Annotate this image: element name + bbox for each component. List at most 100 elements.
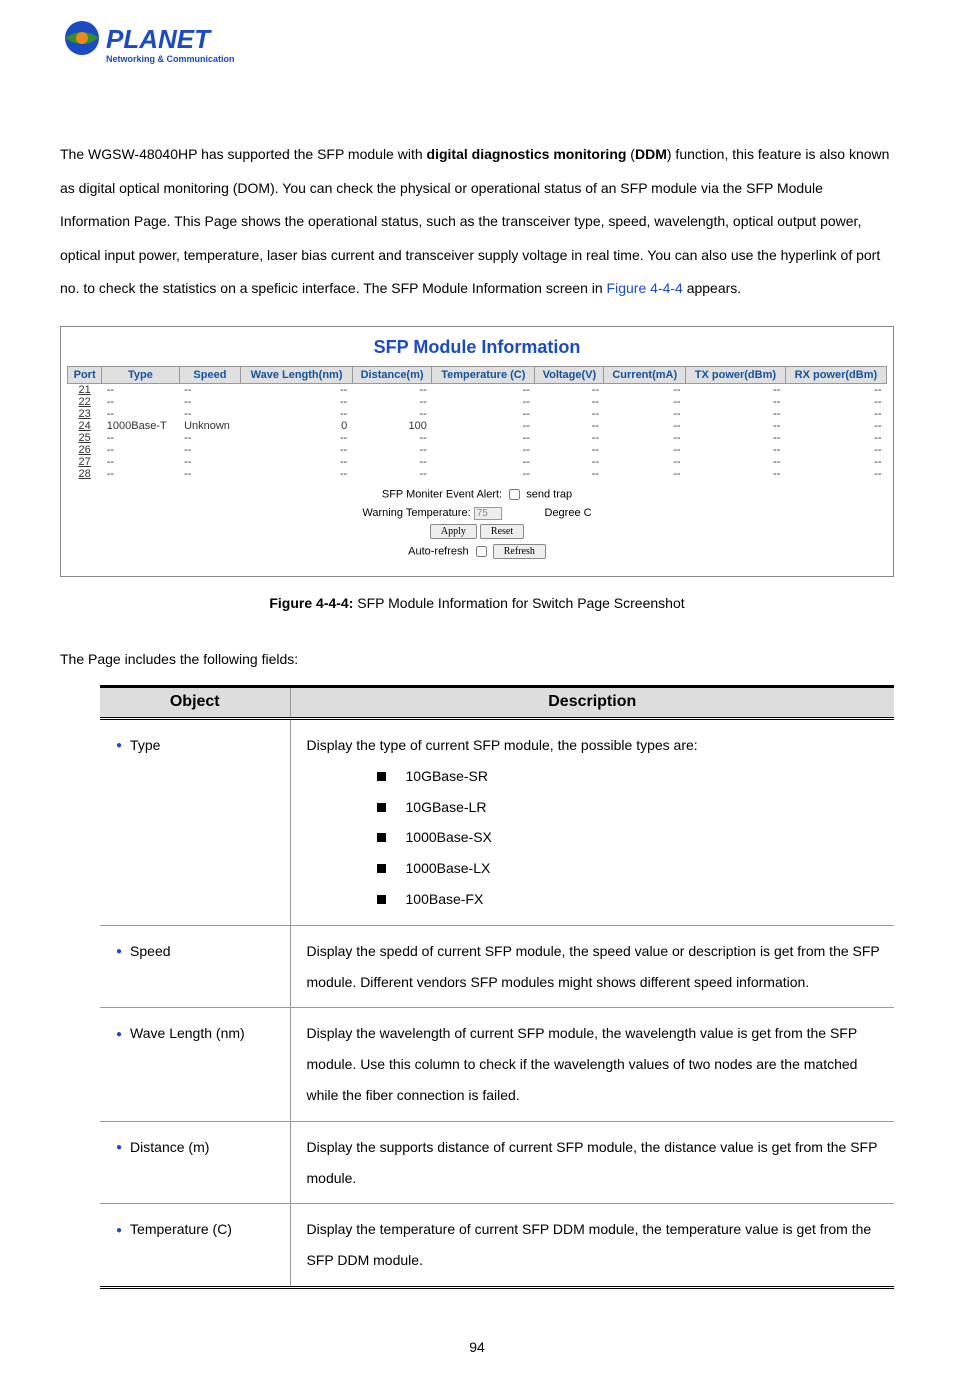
table-row: 21------------------ [68,383,887,396]
cell-txpower: -- [686,420,786,432]
field-object-cell: ● Speed [100,925,290,1008]
port-link[interactable]: 25 [68,432,102,444]
port-link[interactable]: 23 [68,408,102,420]
send-trap-checkbox[interactable] [509,489,520,500]
square-bullet-icon [377,833,386,842]
field-object-cell: ●Temperature (C) [100,1204,290,1288]
col-rxpower: RX power(dBm) [785,366,886,383]
cell-txpower: -- [686,383,786,396]
field-desc: Display the temperature of current SFP D… [307,1214,885,1276]
cell-speed: Unknown [179,420,241,432]
port-link[interactable]: 27 [68,456,102,468]
reset-button[interactable]: Reset [480,524,524,539]
field-desc: Display the supports distance of current… [307,1132,885,1194]
cell-wavelength: -- [241,396,353,408]
cell-txpower: -- [686,444,786,456]
cell-temperature: -- [432,468,535,480]
col-distance: Distance(m) [352,366,432,383]
cell-temperature: -- [432,456,535,468]
field-object-cell: ● Distance (m) [100,1121,290,1204]
cell-voltage: -- [535,468,604,480]
cell-rxpower: -- [785,432,886,444]
warning-temp-input[interactable] [474,507,502,520]
cell-distance: -- [352,383,432,396]
cell-voltage: -- [535,396,604,408]
fields-header-object: Object [100,686,290,718]
cell-type: -- [102,444,179,456]
cell-temperature: -- [432,408,535,420]
sfp-figure-panel: SFP Module Information Port Type Speed W… [60,326,894,577]
cell-wavelength: -- [241,383,353,396]
cell-speed: -- [179,408,241,420]
table-row: 27------------------ [68,456,887,468]
cell-txpower: -- [686,468,786,480]
col-speed: Speed [179,366,241,383]
sfp-table: Port Type Speed Wave Length(nm) Distance… [67,366,887,480]
table-row: ● Type Display the type of current SFP mod… [100,718,894,925]
figure-link[interactable]: Figure 4-4-4 [607,280,683,296]
port-link[interactable]: 28 [68,468,102,480]
degree-label: Degree C [545,507,592,519]
cell-speed: -- [179,468,241,480]
bullet-icon: ● [116,1137,122,1159]
cell-current: -- [604,420,686,432]
cell-distance: 100 [352,420,432,432]
cell-wavelength: -- [241,468,353,480]
cell-distance: -- [352,456,432,468]
cell-speed: -- [179,383,241,396]
cell-temperature: -- [432,444,535,456]
cell-current: -- [604,396,686,408]
cell-current: -- [604,383,686,396]
cell-distance: -- [352,396,432,408]
field-object-name: Speed [130,943,170,959]
cell-rxpower: -- [785,468,886,480]
bullet-icon: ● [116,1024,122,1046]
col-current: Current(mA) [604,366,686,383]
cell-rxpower: -- [785,420,886,432]
auto-refresh-checkbox[interactable] [476,546,487,557]
field-desc: Display the wavelength of current SFP mo… [307,1018,885,1110]
port-link[interactable]: 22 [68,396,102,408]
cell-current: -- [604,408,686,420]
auto-refresh-label: Auto-refresh [408,545,469,557]
port-link[interactable]: 26 [68,444,102,456]
cell-txpower: -- [686,432,786,444]
bullet-icon: ● [116,1220,122,1242]
field-object-name: Type [130,737,160,753]
cell-current: -- [604,468,686,480]
col-txpower: TX power(dBm) [686,366,786,383]
port-link[interactable]: 21 [68,383,102,396]
cell-temperature: -- [432,396,535,408]
cell-rxpower: -- [785,396,886,408]
svg-text:Networking & Communication: Networking & Communication [106,54,235,64]
cell-type: -- [102,408,179,420]
cell-distance: -- [352,408,432,420]
svg-text:PLANET: PLANET [106,24,212,54]
list-item: 10GBase-SR [377,761,885,792]
cell-distance: -- [352,444,432,456]
bullet-icon: ● [116,735,122,757]
fields-intro: The Page includes the following fields: [60,651,894,667]
col-wavelength: Wave Length(nm) [241,366,353,383]
cell-voltage: -- [535,456,604,468]
field-object-cell: ●Wave Length (nm) [100,1008,290,1121]
field-object-name: Distance (m) [130,1139,209,1155]
col-temperature: Temperature (C) [432,366,535,383]
cell-rxpower: -- [785,456,886,468]
figure-title: SFP Module Information [67,337,887,358]
cell-voltage: -- [535,383,604,396]
list-item: 1000Base-LX [377,853,885,884]
cell-rxpower: -- [785,383,886,396]
bullet-icon: ● [116,941,122,963]
field-desc-lead: Display the type of current SFP module, … [307,730,885,761]
list-item: 10GBase-LR [377,792,885,823]
cell-txpower: -- [686,408,786,420]
cell-temperature: -- [432,420,535,432]
field-desc: Display the spedd of current SFP module,… [307,936,885,998]
port-link[interactable]: 24 [68,420,102,432]
refresh-button[interactable]: Refresh [493,544,546,559]
field-description-cell: Display the supports distance of current… [290,1121,894,1204]
cell-voltage: -- [535,432,604,444]
apply-button[interactable]: Apply [430,524,477,539]
cell-type: -- [102,468,179,480]
